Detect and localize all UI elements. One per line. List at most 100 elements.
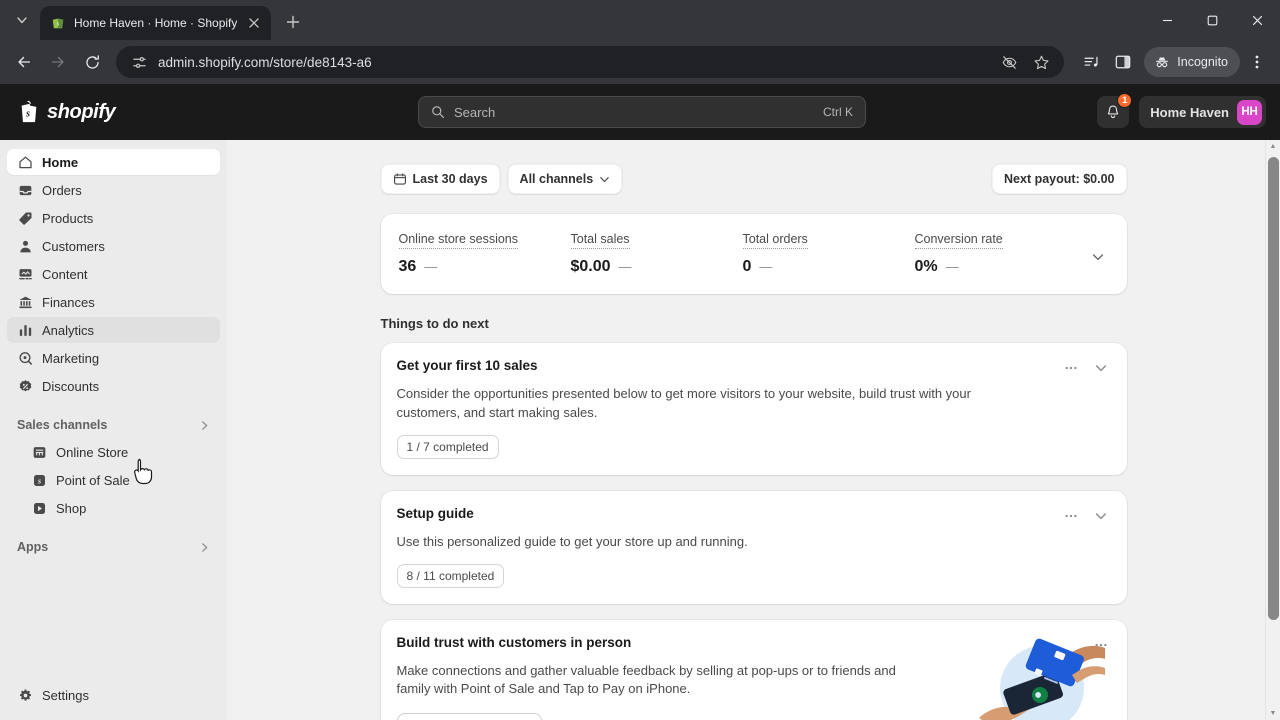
card-header: Get your first 10 sales — [397, 358, 1111, 378]
window-close-button[interactable] — [1235, 0, 1280, 40]
gear-icon — [17, 687, 33, 703]
forward-button[interactable] — [42, 46, 74, 78]
sidebar-group-label: Sales channels — [17, 418, 107, 432]
sidebar-item-products[interactable]: Products — [7, 205, 220, 231]
tab-close-icon[interactable] — [245, 14, 263, 32]
progress-chip: 1 / 7 completed — [397, 435, 499, 459]
scrollbar-track[interactable] — [1266, 153, 1280, 707]
window-minimize-button[interactable] — [1145, 0, 1190, 40]
media-playlist-icon[interactable] — [1076, 47, 1106, 77]
card-body: Consider the opportunities presented bel… — [397, 385, 997, 423]
section-title: Things to do next — [381, 316, 1127, 331]
chevron-down-icon[interactable] — [1091, 358, 1111, 378]
metric-conversion-rate[interactable]: Conversion rate 0% — — [915, 230, 1087, 276]
browser-menu-button[interactable] — [1242, 47, 1272, 77]
chevron-down-icon — [599, 174, 610, 185]
incognito-icon — [1154, 54, 1170, 70]
sidebar-group-apps[interactable]: Apps — [7, 533, 220, 561]
chevron-down-icon[interactable] — [1091, 506, 1111, 526]
browser-tab[interactable]: s Home Haven · Home · Shopify — [40, 6, 271, 40]
eye-off-icon[interactable] — [996, 49, 1022, 75]
metric-value: 0 — [743, 258, 752, 276]
metric-value-row: $0.00 — — [571, 258, 743, 276]
top-bar-right: 1 Home Haven HH — [1066, 96, 1266, 128]
plus-icon — [286, 15, 300, 29]
sidebar-item-orders[interactable]: Orders — [7, 177, 220, 203]
metric-label: Total orders — [743, 232, 808, 249]
card-actions — [1051, 358, 1111, 378]
reload-button[interactable] — [76, 46, 108, 78]
sidebar-item-home[interactable]: Home — [7, 149, 220, 175]
orders-icon — [17, 182, 33, 198]
sidebar-group-label: Apps — [17, 540, 48, 554]
search-area: Search Ctrl K — [218, 96, 1066, 128]
metrics-card: Online store sessions 36 — Total sales $… — [381, 214, 1127, 294]
toolbar-right-icons: Incognito — [1076, 47, 1272, 77]
bell-icon — [1105, 104, 1121, 120]
sidebar-item-discounts[interactable]: Discounts — [7, 373, 220, 399]
page-scrollbar[interactable]: ▲ ▼ — [1265, 140, 1280, 720]
setup-point-of-sale-button[interactable]: Set up Point of Sale — [397, 713, 542, 720]
sidebar-footer: Settings — [0, 682, 227, 720]
new-tab-button[interactable] — [279, 8, 307, 36]
sidebar-item-label: Point of Sale — [56, 473, 130, 488]
incognito-indicator[interactable]: Incognito — [1144, 47, 1240, 77]
back-button[interactable] — [8, 46, 40, 78]
chevron-right-icon[interactable] — [199, 542, 210, 553]
sidebar-item-customers[interactable]: Customers — [7, 233, 220, 259]
chevron-down-icon — [1091, 250, 1105, 264]
three-dot-menu-icon — [1249, 54, 1265, 70]
sidebar-group-sales-channels[interactable]: Sales channels — [7, 411, 220, 439]
shopify-logo[interactable]: s shopify — [18, 100, 218, 124]
metric-value-row: 0 — — [743, 258, 915, 276]
chevron-down-icon — [16, 14, 28, 26]
sidebar-item-label: Online Store — [56, 445, 128, 460]
sidebar-item-online-store[interactable]: Online Store — [7, 439, 220, 465]
next-payout-button[interactable]: Next payout: $0.00 — [992, 164, 1126, 194]
three-dot-menu-icon[interactable] — [1061, 506, 1081, 526]
tune-icon[interactable] — [130, 53, 148, 71]
window-controls — [1145, 0, 1280, 40]
date-range-button[interactable]: Last 30 days — [381, 164, 500, 194]
scroll-up-arrow[interactable]: ▲ — [1270, 140, 1277, 153]
notifications-button[interactable]: 1 — [1097, 96, 1129, 128]
sidebar-item-finances[interactable]: Finances — [7, 289, 220, 315]
tab-search-button[interactable] — [8, 6, 36, 34]
task-card-build-trust: Build trust with customers in person — [381, 620, 1127, 720]
metric-total-orders[interactable]: Total orders 0 — — [743, 230, 915, 276]
task-card-setup-guide: Setup guide — [381, 491, 1127, 604]
metric-value: 0% — [915, 258, 938, 276]
main-inner: Last 30 days All channels Next payout — [227, 140, 1280, 720]
search-input[interactable]: Search Ctrl K — [418, 96, 866, 128]
channel-filter-button[interactable]: All channels — [508, 164, 623, 194]
store-menu-button[interactable]: Home Haven HH — [1139, 96, 1266, 128]
card-header: Setup guide — [397, 506, 1111, 526]
window-maximize-button[interactable] — [1190, 0, 1235, 40]
sidebar-item-content[interactable]: Content — [7, 261, 220, 287]
sidebar-spacer — [0, 561, 227, 682]
metric-total-sales[interactable]: Total sales $0.00 — — [571, 230, 743, 276]
sidebar-item-settings[interactable]: Settings — [7, 682, 220, 708]
sidebar-item-label: Discounts — [42, 379, 99, 394]
sidebar-item-marketing[interactable]: Marketing — [7, 345, 220, 371]
pos-icon: s — [31, 472, 47, 488]
three-dot-menu-icon[interactable] — [1061, 358, 1081, 378]
scrollbar-thumb[interactable] — [1268, 157, 1279, 620]
metrics-collapse-button[interactable] — [1087, 230, 1109, 264]
star-icon[interactable] — [1028, 49, 1054, 75]
address-bar[interactable]: admin.shopify.com/store/de8143-a6 — [116, 46, 1064, 78]
sidebar-item-point-of-sale[interactable]: s Point of Sale — [7, 467, 220, 493]
chevron-right-icon[interactable] — [199, 420, 210, 431]
browser-window: s Home Haven · Home · Shopify — [0, 0, 1280, 720]
incognito-label: Incognito — [1177, 55, 1228, 69]
metric-label: Conversion rate — [915, 232, 1003, 249]
sidebar-item-label: Finances — [42, 295, 95, 310]
side-panel-icon[interactable] — [1108, 47, 1138, 77]
shopify-wordmark: shopify — [47, 101, 115, 124]
search-icon — [431, 105, 445, 119]
sidebar-item-shop[interactable]: Shop — [7, 495, 220, 521]
metric-online-store-sessions[interactable]: Online store sessions 36 — — [399, 230, 571, 276]
scroll-down-arrow[interactable]: ▼ — [1270, 707, 1277, 720]
sidebar: Home Orders — [0, 140, 227, 720]
sidebar-item-analytics[interactable]: Analytics — [7, 317, 220, 343]
